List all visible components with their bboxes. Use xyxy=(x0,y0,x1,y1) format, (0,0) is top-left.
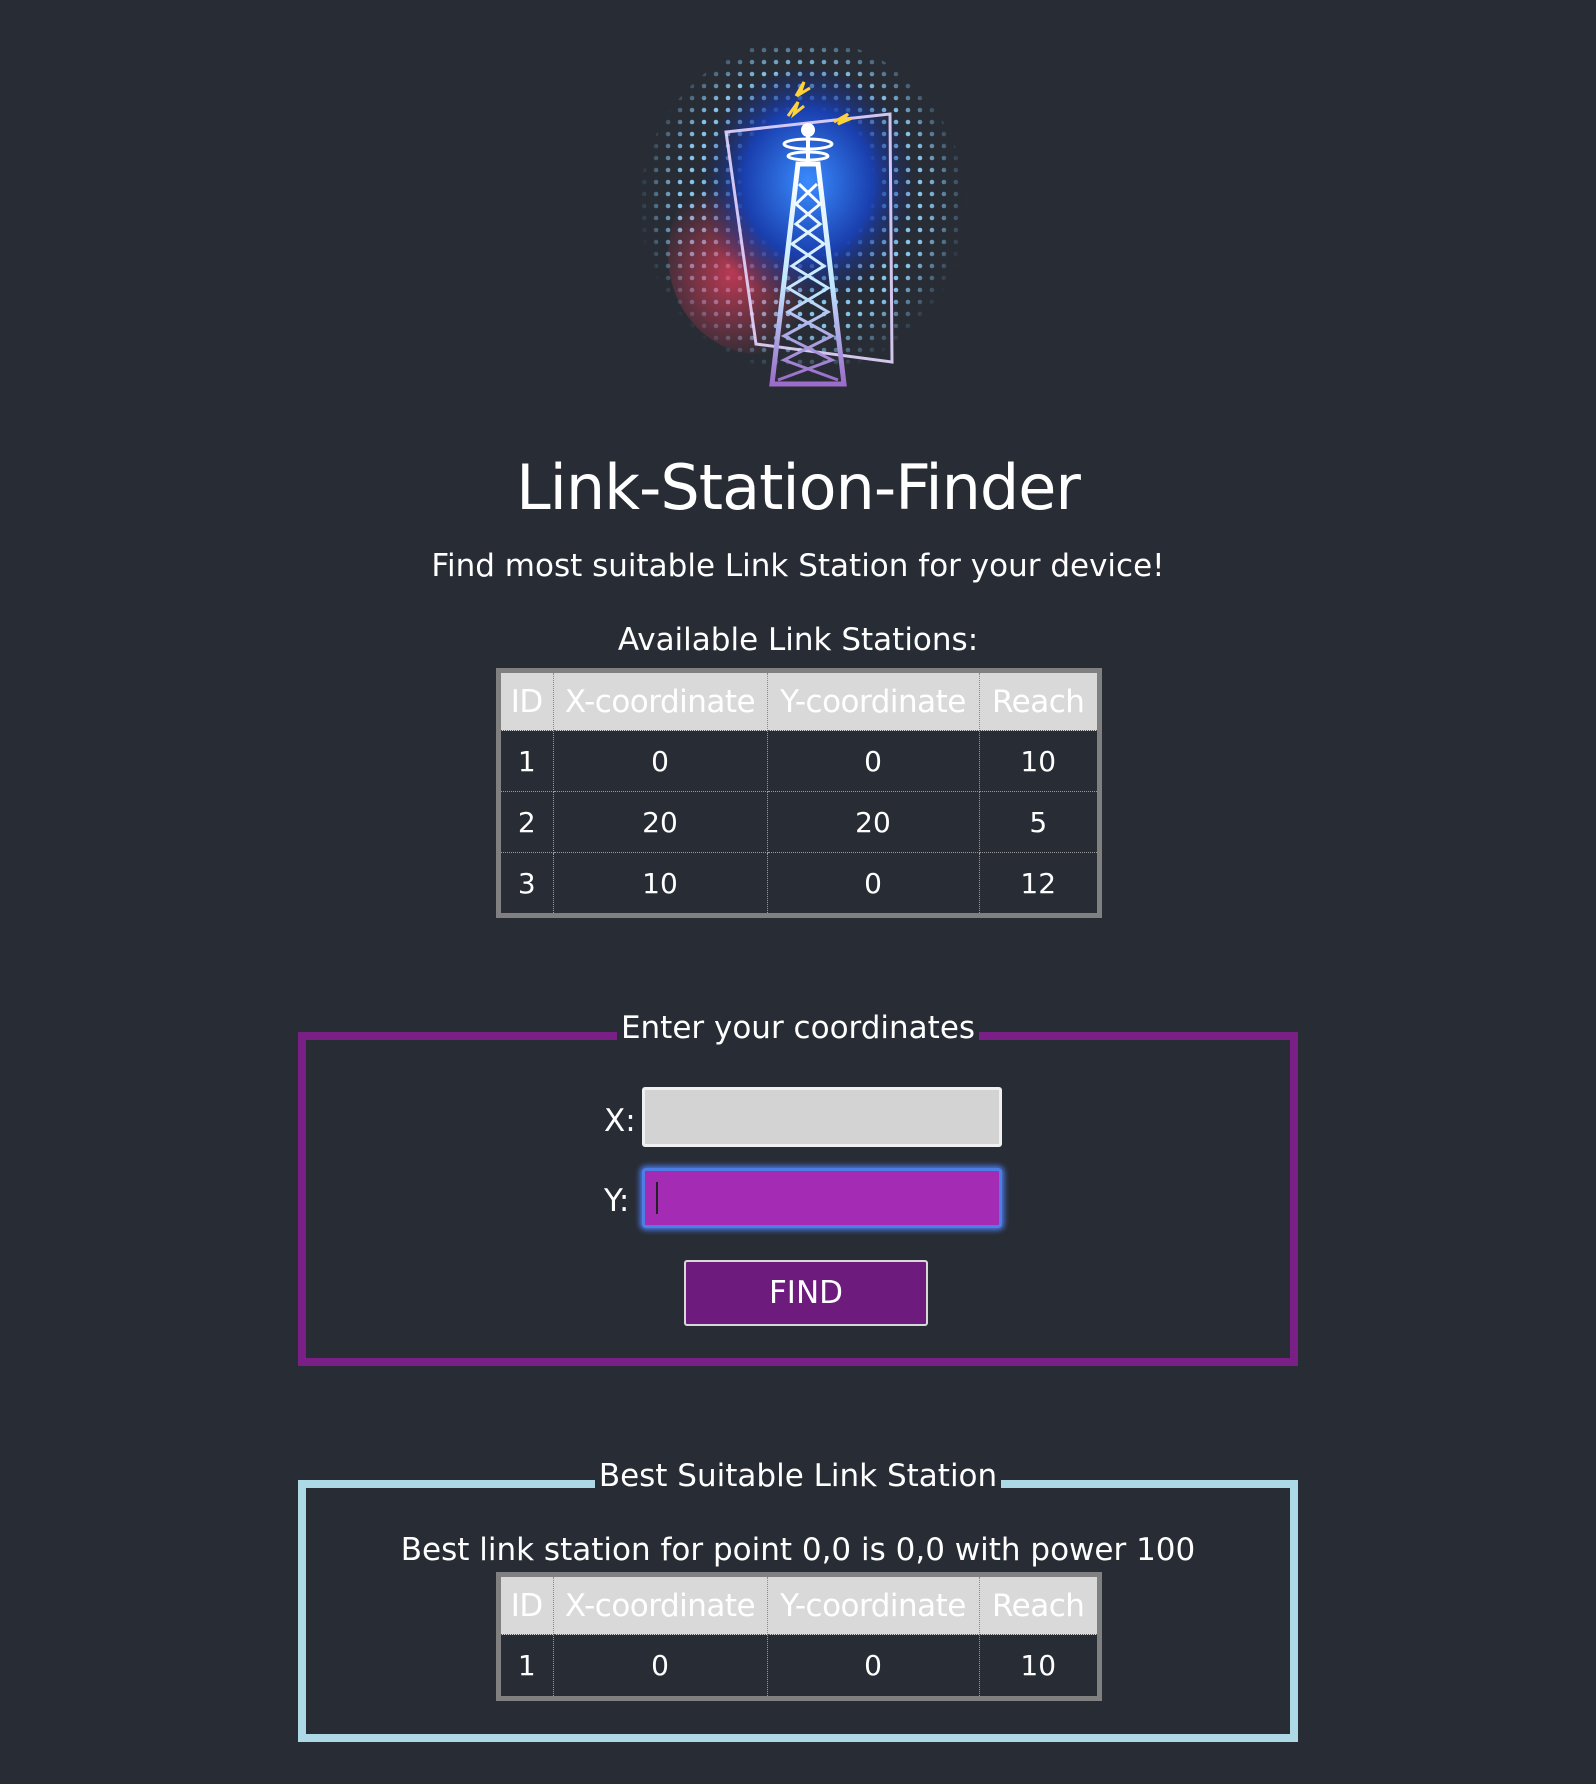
table-row: 1 0 0 10 xyxy=(501,1634,1097,1696)
cell-reach: 10 xyxy=(1020,1649,1057,1682)
column-header-x: X-coordinate xyxy=(553,673,768,731)
coordinates-legend: Enter your coordinates xyxy=(616,1010,980,1046)
table-header-row: ID X-coordinate Y-coordinate Reach xyxy=(501,1577,1097,1635)
cell-reach: 12 xyxy=(1020,866,1057,900)
cell-reach: 10 xyxy=(979,730,1097,792)
page-title: Link-Station-Finder xyxy=(516,451,1081,524)
cell-reach: 5 xyxy=(979,791,1097,853)
column-header-y: Y-coordinate xyxy=(767,1577,980,1635)
page-subtitle: Find most suitable Link Station for your… xyxy=(431,548,1165,584)
x-label: X: xyxy=(604,1103,636,1139)
result-legend: Best Suitable Link Station xyxy=(594,1458,1002,1494)
column-header-id: ID xyxy=(501,673,554,731)
column-header-x: X-coordinate xyxy=(553,1577,768,1635)
stations-table: ID X-coordinate Y-coordinate Reach 1 0 0… xyxy=(496,668,1102,918)
cell-x: 0 xyxy=(553,730,768,792)
radio-tower-logo xyxy=(638,44,968,414)
result-message: Best link station for point 0,0 is 0,0 w… xyxy=(400,1532,1196,1568)
stations-heading: Available Link Stations: xyxy=(617,622,979,658)
cell-x: 10 xyxy=(553,852,768,913)
table-row: 3 10 0 12 xyxy=(501,852,1097,913)
column-header-reach: Reach xyxy=(979,673,1097,731)
y-coordinate-input[interactable] xyxy=(642,1168,1002,1228)
column-header-id: ID xyxy=(501,1577,554,1635)
text-caret xyxy=(656,1182,658,1214)
cell-id: 1 xyxy=(501,730,554,792)
table-header-row: ID X-coordinate Y-coordinate Reach xyxy=(501,673,1097,731)
cell-id: 1 xyxy=(501,1634,554,1696)
x-coordinate-input[interactable] xyxy=(642,1087,1002,1147)
table-row: 1 0 0 10 xyxy=(501,730,1097,792)
cell-x: 0 xyxy=(553,1634,768,1696)
cell-x: 20 xyxy=(553,791,768,853)
cell-y: 0 xyxy=(767,1634,980,1696)
column-header-y: Y-coordinate xyxy=(767,673,980,731)
cell-id: 3 xyxy=(501,852,554,913)
find-button[interactable]: FIND xyxy=(684,1260,928,1326)
column-header-reach: Reach xyxy=(979,1577,1097,1635)
cell-y: 20 xyxy=(767,791,980,853)
y-label: Y: xyxy=(604,1183,630,1219)
result-table: ID X-coordinate Y-coordinate Reach 1 0 0… xyxy=(496,1572,1102,1701)
table-row: 2 20 20 5 xyxy=(501,791,1097,853)
coordinates-form: Enter your coordinates X: Y: FIND xyxy=(298,1010,1298,1366)
cell-y: 0 xyxy=(767,852,980,913)
app-page: Link-Station-Finder Find most suitable L… xyxy=(0,0,1596,1784)
cell-id: 2 xyxy=(501,791,554,853)
cell-y: 0 xyxy=(767,730,980,792)
